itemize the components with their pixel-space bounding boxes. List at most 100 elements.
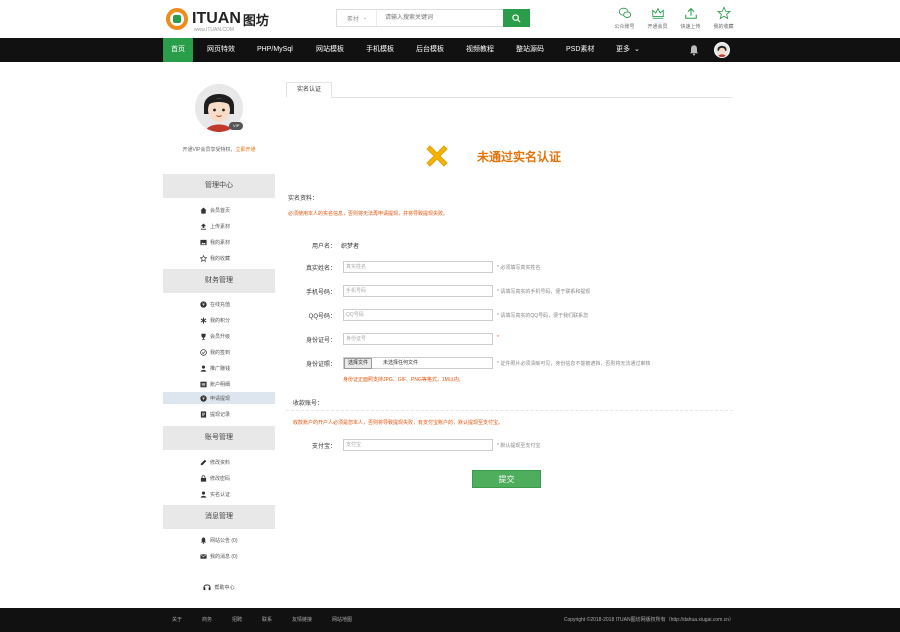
realname-label: 真实姓名：	[305, 266, 336, 272]
sidebar-item-withdraw-record[interactable]: 提现记录	[163, 408, 275, 420]
vip-text: 开通VIP会员享受特权，	[182, 147, 236, 153]
chevron-down-icon: ⌄	[634, 46, 640, 53]
footer-link-jobs[interactable]: 招聘	[232, 608, 242, 632]
realname-hint: * 必须填写真实姓名	[497, 265, 541, 271]
payout-warning: 收款账户的开户人必须是您本人，否则将导致提现失败，有支付宝账户的，默认提现至支付…	[293, 420, 504, 426]
idphoto-format: 身份证正面照支持JPG、GIF、PNG等格式，1M以内。	[343, 377, 464, 383]
sidebar-item-label: 实名认证	[210, 491, 231, 498]
choose-file-button[interactable]: 选择文件	[344, 358, 373, 369]
sidebar-item-label: 申请提现	[210, 395, 231, 402]
wechat-icon	[618, 7, 631, 18]
nav-item-php[interactable]: PHP/MySql	[257, 38, 293, 62]
nav-item-home[interactable]: 首页	[163, 38, 193, 62]
search-input[interactable]	[377, 10, 503, 26]
help-center-link[interactable]: 帮助中心	[163, 580, 275, 594]
coin-icon: ¥	[200, 394, 207, 402]
nav-item-more[interactable]: 更多 ⌄	[616, 38, 640, 62]
check-circle-icon	[200, 348, 207, 356]
sidebar-item-recharge[interactable]: ¥ 在线充值	[163, 298, 275, 310]
sidebar-item-label: 在线充值	[210, 301, 231, 308]
qq-input[interactable]: QQ号码	[343, 309, 493, 321]
bell-icon[interactable]	[688, 44, 700, 56]
footer-link-sitemap[interactable]: 网站地图	[332, 608, 352, 632]
sidebar-item-my-assets[interactable]: 我的素材	[163, 236, 275, 248]
sidebar-item-favorites[interactable]: 我的收藏	[163, 252, 275, 264]
sidebar-item-referral[interactable]: 推广赚钱	[163, 362, 275, 374]
sidebar-item-upgrade[interactable]: 会员升级	[163, 330, 275, 342]
tool-label: 快速上传	[680, 24, 701, 30]
nav-item-mobile-templates[interactable]: 手机模板	[366, 38, 394, 62]
sidebar-item-signin[interactable]: 我的签到	[163, 346, 275, 358]
divider	[286, 410, 733, 411]
avatar-icon	[715, 43, 729, 57]
star-icon	[200, 254, 207, 262]
sidebar-item-announcements[interactable]: 网站公告 (0)	[163, 534, 275, 546]
error-x-icon	[426, 145, 448, 167]
footer-link-about[interactable]: 关于	[172, 608, 182, 632]
vip-open-link[interactable]: 立即开通	[236, 147, 256, 153]
nav-item-source[interactable]: 整站源码	[516, 38, 544, 62]
star-icon	[716, 6, 731, 20]
sidebar-item-change-password[interactable]: 修改密码	[163, 472, 275, 484]
alipay-input[interactable]: 支付宝	[343, 439, 493, 451]
header-tools: 公众账号 开通会员 快速上传 我的收藏	[608, 6, 740, 30]
submit-button[interactable]: 提交	[472, 470, 541, 488]
sidebar-item-withdraw[interactable]: ¥ 申请提现	[163, 392, 275, 404]
idphoto-hint: * 证件照片必须清晰可见，身份信息不能被遮挡，否则将无法通过审核	[497, 361, 651, 367]
sidebar-item-label: 提现记录	[210, 411, 231, 418]
section-label-payout: 收款账号：	[293, 401, 324, 407]
sidebar-item-label: 上传素材	[210, 223, 231, 230]
vip-badge: VIP	[229, 122, 244, 130]
tool-vip[interactable]: 开通会员	[641, 6, 674, 30]
nav-item-psd[interactable]: PSD素材	[566, 38, 594, 62]
vip-promo: 开通VIP会员享受特权，立即开通	[163, 146, 275, 153]
nav-item-site-templates[interactable]: 网站模板	[316, 38, 344, 62]
headset-icon	[203, 584, 211, 591]
sidebar-item-my-messages[interactable]: 我的消息 (0)	[163, 550, 275, 562]
upload-icon	[200, 222, 207, 230]
sidebar-item-member-home[interactable]: 会员首页	[163, 204, 275, 216]
sidebar-item-points[interactable]: 我的积分	[163, 314, 275, 326]
main-nav: 首页 网页特效 PHP/MySql 网站模板 手机模板 后台模板 视频教程 整站…	[0, 38, 900, 62]
sidebar-item-label: 修改密码	[210, 475, 231, 482]
copyright: Copyright ©2018-2018 ITUAN图坊网版权所有（http:/…	[563, 617, 734, 623]
idcard-input[interactable]: 身份证号	[343, 333, 493, 345]
coin-icon: ¥	[200, 300, 207, 308]
search-button[interactable]	[503, 9, 530, 27]
asterisk-icon	[200, 316, 207, 324]
file-name: 未选择任何文件	[383, 360, 419, 366]
tab-bar: 实名认证	[286, 82, 733, 98]
sidebar-item-label: 我的消息 (0)	[210, 553, 238, 560]
tool-favorites[interactable]: 我的收藏	[707, 6, 740, 30]
nav-item-admin-templates[interactable]: 后台模板	[416, 38, 444, 62]
realname-input[interactable]: 真实姓名	[343, 261, 493, 273]
search-bar: 素材 ⌄	[336, 9, 530, 27]
sidebar-item-account-detail[interactable]: 账户明细	[163, 378, 275, 390]
idcard-label: 身份证号：	[305, 338, 336, 344]
edit-icon	[200, 459, 207, 465]
tool-label: 开通会员	[647, 24, 668, 30]
footer-link-contact[interactable]: 联系	[262, 608, 272, 632]
footer-link-friends[interactable]: 友情链接	[292, 608, 312, 632]
search-icon	[512, 13, 521, 23]
sidebar-item-label: 账户明细	[210, 381, 231, 388]
nav-item-effects[interactable]: 网页特效	[207, 38, 235, 62]
search-category-select[interactable]: 素材 ⌄	[337, 10, 377, 26]
mail-icon	[200, 553, 207, 559]
nav-item-video[interactable]: 视频教程	[466, 38, 494, 62]
tool-upload[interactable]: 快速上传	[674, 6, 707, 30]
user-avatar[interactable]	[714, 42, 730, 58]
sidebar-item-label: 会员升级	[210, 333, 231, 340]
phone-input[interactable]: 手机号码	[343, 285, 493, 297]
tab-verification[interactable]: 实名认证	[286, 82, 333, 98]
sidebar-item-edit-profile[interactable]: 修改资料	[163, 456, 275, 468]
site-logo[interactable]: ITUAN 图坊 www.ITUAN.COM	[166, 6, 269, 33]
tool-wechat[interactable]: 公众账号	[608, 6, 641, 30]
sidebar-item-label: 网站公告 (0)	[210, 537, 238, 544]
footer: 关于 商务 招聘 联系 友情链接 网站地图 Copyright ©2018-20…	[0, 608, 900, 632]
sidebar-item-upload[interactable]: 上传素材	[163, 220, 275, 232]
idphoto-label: 身份证照：	[305, 362, 336, 368]
sidebar-item-verification[interactable]: 实名认证	[163, 488, 275, 500]
footer-link-business[interactable]: 商务	[202, 608, 212, 632]
sidebar-item-label: 我的积分	[210, 317, 231, 324]
